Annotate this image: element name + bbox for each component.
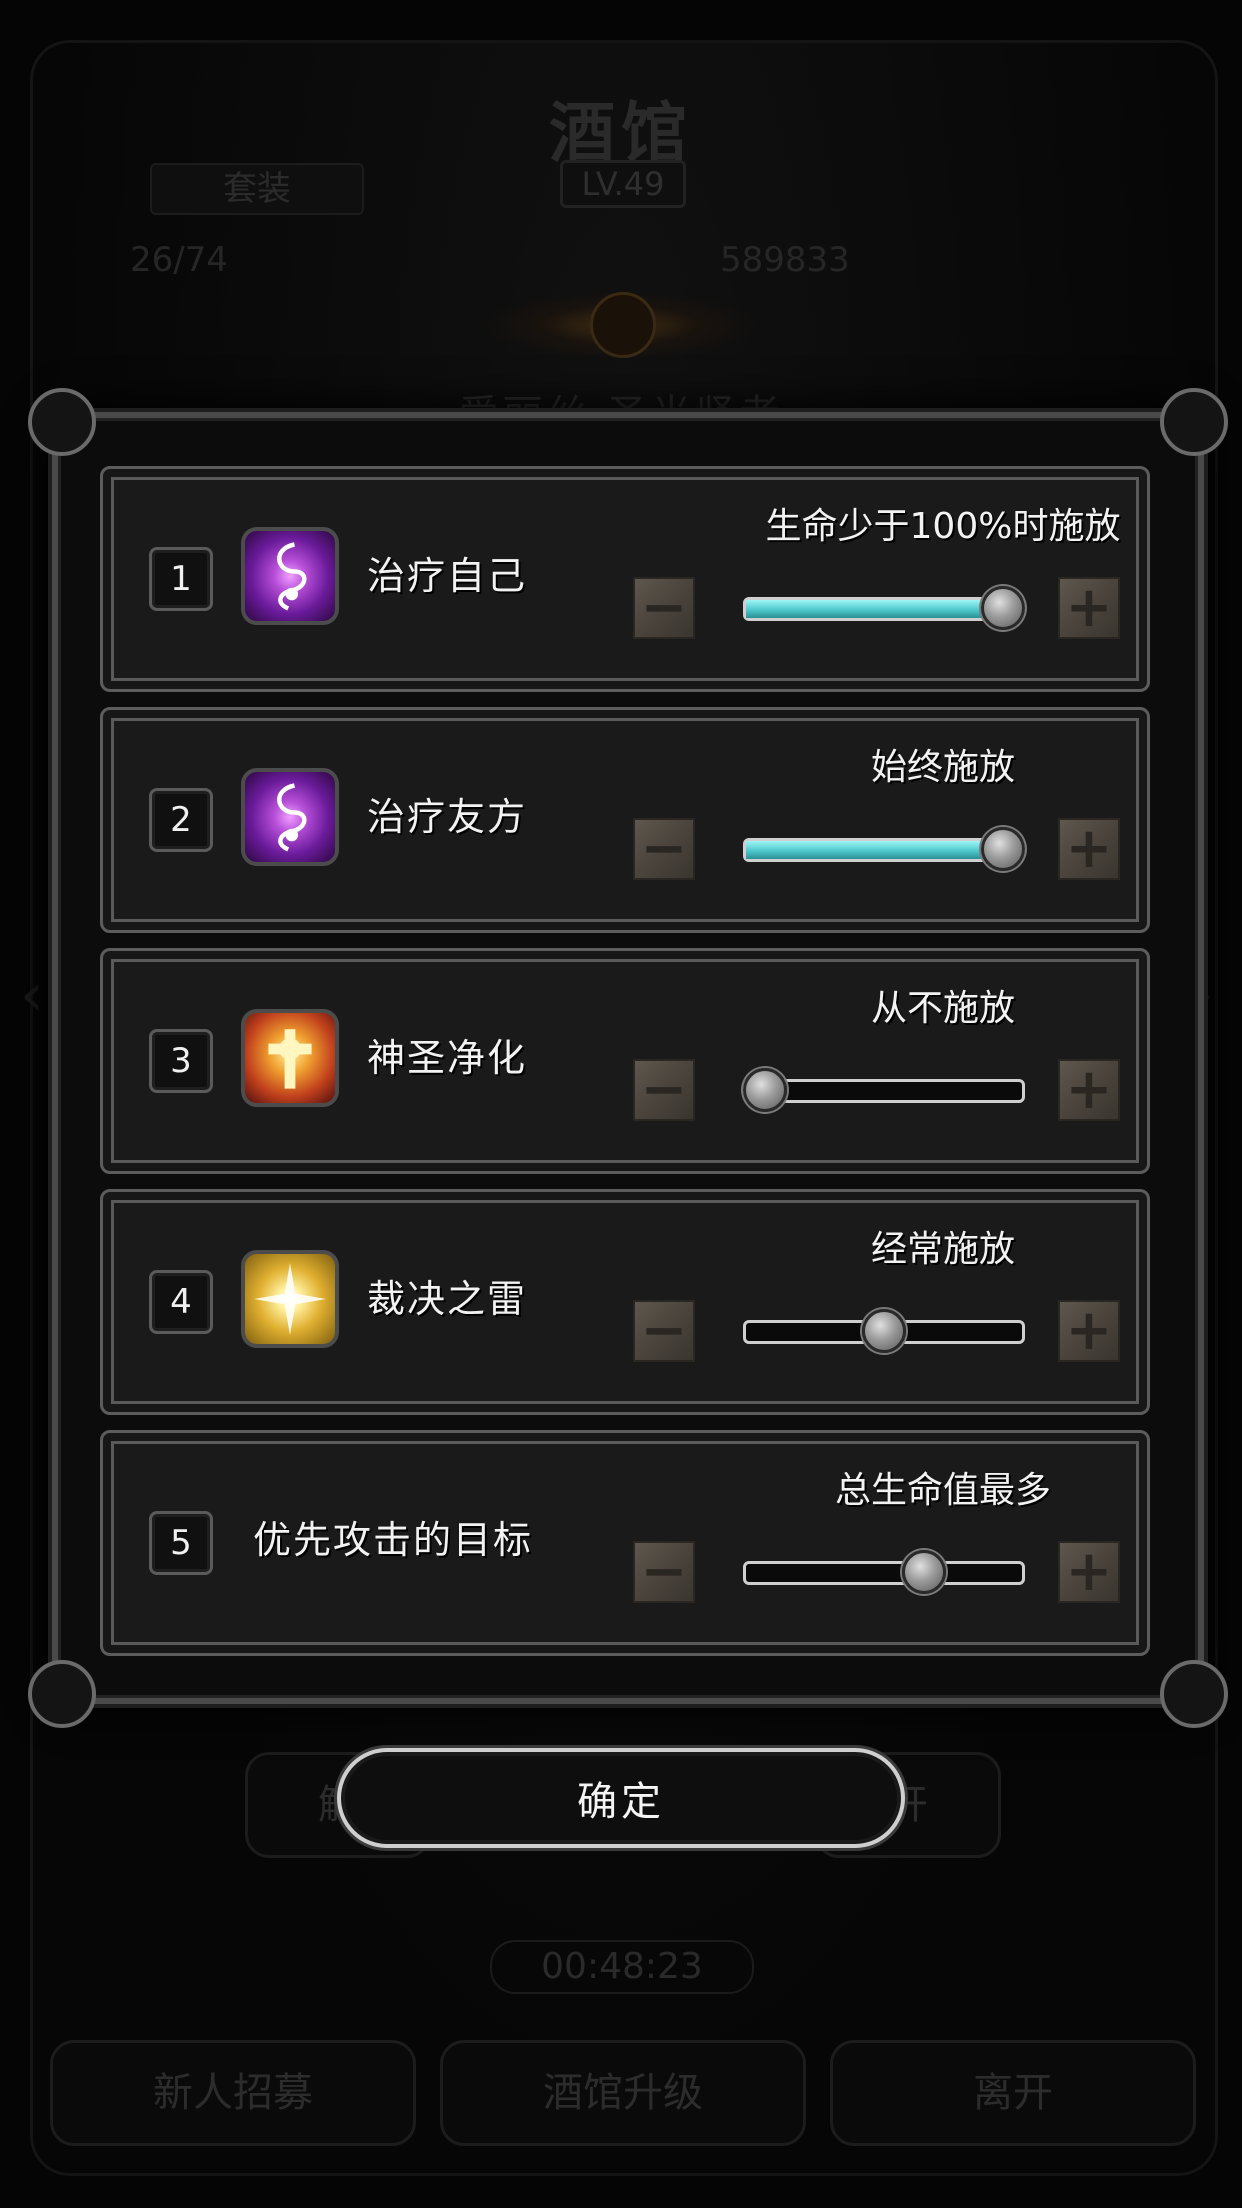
target-condition: 总生命值最多 <box>834 1470 1051 1511</box>
skill-row: 2 治疗友方 始终施放 − + <box>100 707 1150 933</box>
increase-button[interactable]: + <box>1058 1300 1120 1362</box>
skill-row: 1 治疗自己 生命少于100%时施放 − + <box>100 466 1150 692</box>
corner-ornament-icon <box>1160 1660 1228 1728</box>
background-timer: 00:48:23 <box>490 1940 754 1994</box>
background-upgrade-button: 酒馆升级 <box>440 2040 806 2146</box>
slider-knob[interactable] <box>743 1068 787 1112</box>
skill-settings-modal: 1 治疗自己 生命少于100%时施放 − + 2 治疗友方 始终施放 − + 3… <box>28 388 1228 1728</box>
slider-knob[interactable] <box>862 1309 906 1353</box>
background-stat-right: 589833 <box>720 240 850 280</box>
background-level: LV.49 <box>560 160 686 208</box>
decrease-button[interactable]: − <box>633 818 695 880</box>
increase-button[interactable]: + <box>1058 818 1120 880</box>
heal-icon <box>241 768 339 866</box>
slider-knob[interactable] <box>902 1550 947 1594</box>
decrease-button[interactable]: − <box>633 1059 695 1121</box>
corner-ornament-icon <box>28 1660 96 1728</box>
confirm-button[interactable]: 确定 <box>337 1748 905 1848</box>
thunder-icon <box>241 1250 339 1348</box>
increase-button[interactable]: + <box>1058 1541 1120 1603</box>
holy-cross-icon <box>241 1009 339 1107</box>
skill-name: 治疗友方 <box>367 795 528 839</box>
skill-row: 3 神圣净化 从不施放 − + <box>100 948 1150 1174</box>
cast-condition: 从不施放 <box>870 988 1015 1029</box>
background-recruit-button: 新人招募 <box>50 2040 416 2146</box>
row-index: 2 <box>149 788 213 852</box>
background-emblem-icon <box>590 292 656 358</box>
background-stat-left: 26/74 <box>130 240 228 280</box>
increase-button[interactable]: + <box>1058 1059 1120 1121</box>
background-arrow-left-icon: ‹ <box>20 960 44 1030</box>
decrease-button[interactable]: − <box>633 1541 695 1603</box>
background-leave-button: 离开 <box>830 2040 1196 2146</box>
row-index: 4 <box>149 1270 213 1334</box>
row-index: 5 <box>149 1511 213 1575</box>
slider-knob[interactable] <box>981 827 1025 871</box>
slider-fill <box>746 600 1006 618</box>
increase-button[interactable]: + <box>1058 577 1120 639</box>
decrease-button[interactable]: − <box>633 577 695 639</box>
heal-icon <box>241 527 339 625</box>
skill-list: 1 治疗自己 生命少于100%时施放 − + 2 治疗友方 始终施放 − + 3… <box>100 466 1150 1671</box>
skill-name: 裁决之雷 <box>367 1277 528 1321</box>
row-index: 1 <box>149 547 213 611</box>
slider-fill <box>746 841 1006 859</box>
target-slider[interactable] <box>743 1561 1025 1585</box>
target-priority-row: 5 优先攻击的目标 总生命值最多 − + <box>100 1430 1150 1656</box>
cast-condition: 生命少于100%时施放 <box>765 506 1121 547</box>
background-tab: 套装 <box>150 163 364 215</box>
skill-name: 治疗自己 <box>367 554 528 598</box>
row-index: 3 <box>149 1029 213 1093</box>
cast-condition: 经常施放 <box>870 1229 1015 1270</box>
corner-ornament-icon <box>28 388 96 456</box>
skill-row: 4 裁决之雷 经常施放 − + <box>100 1189 1150 1415</box>
skill-name: 神圣净化 <box>367 1036 528 1080</box>
cast-condition: 始终施放 <box>870 747 1015 788</box>
target-priority-label: 优先攻击的目标 <box>253 1518 534 1562</box>
corner-ornament-icon <box>1160 388 1228 456</box>
decrease-button[interactable]: − <box>633 1300 695 1362</box>
slider-knob[interactable] <box>981 586 1025 630</box>
